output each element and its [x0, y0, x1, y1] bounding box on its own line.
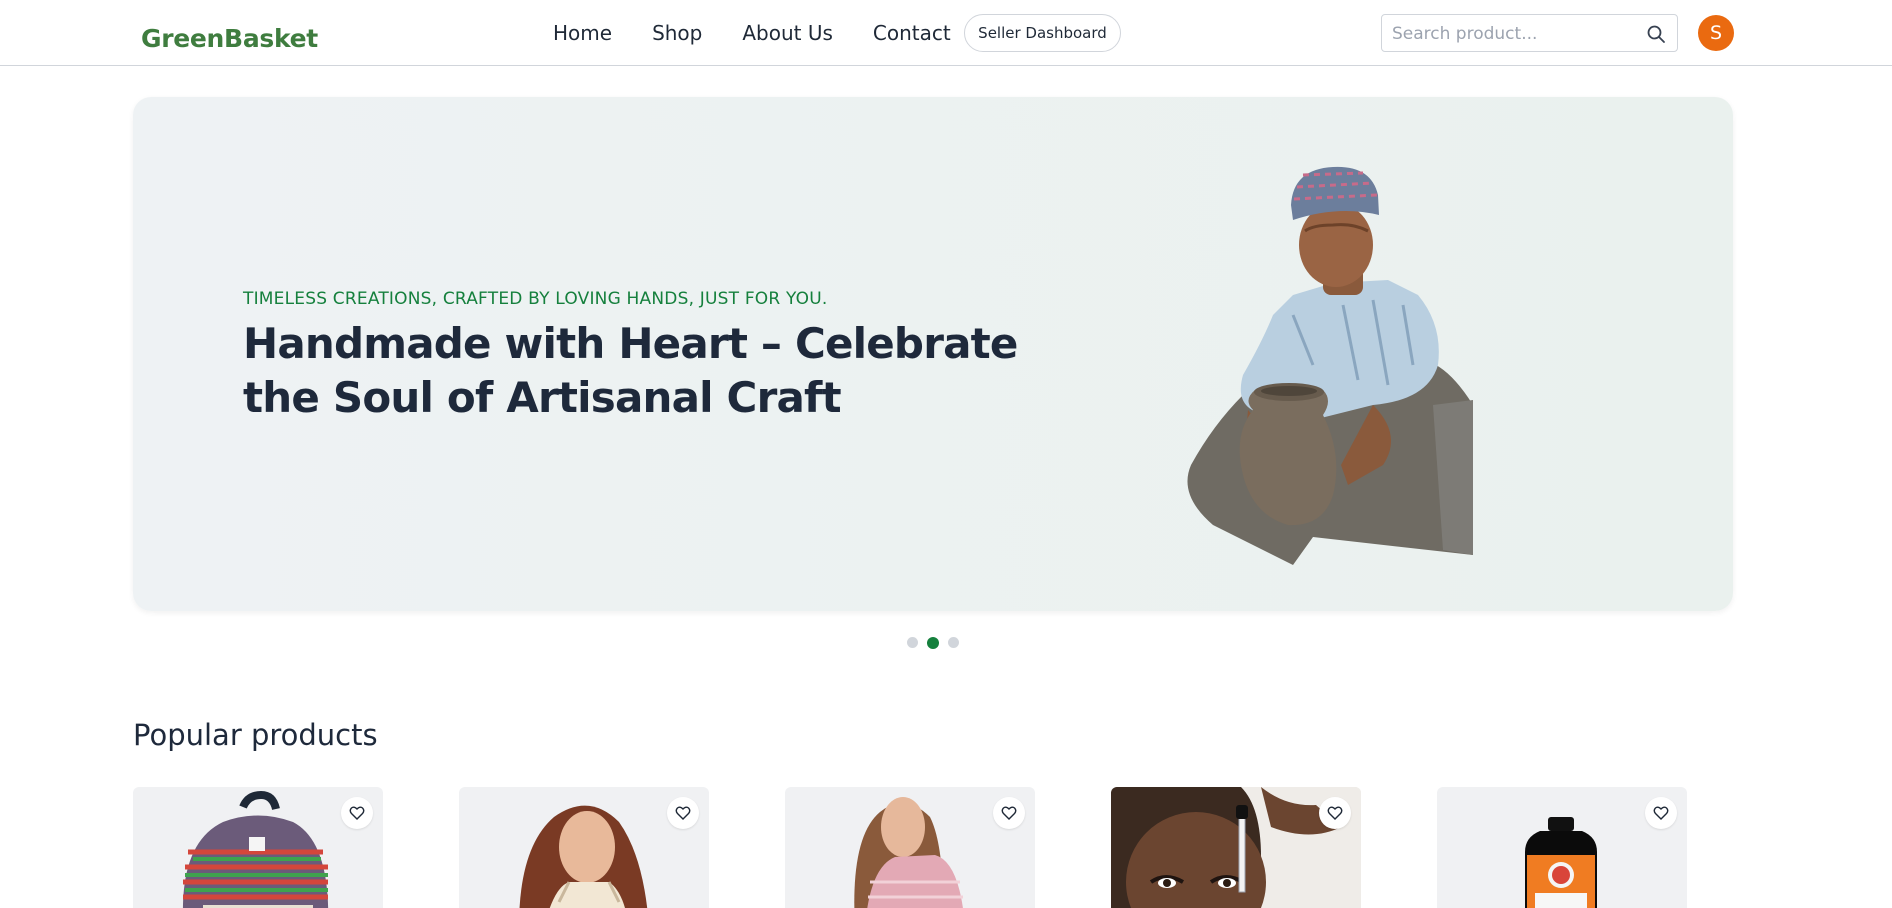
nav-shop[interactable]: Shop: [652, 20, 702, 46]
product-card[interactable]: [785, 787, 1035, 908]
product-card[interactable]: [133, 787, 383, 908]
search-icon[interactable]: [1646, 24, 1666, 44]
artisan-image: [1187, 166, 1473, 565]
seller-dashboard-button[interactable]: Seller Dashboard: [964, 14, 1121, 52]
search-box: [1381, 14, 1678, 52]
product-card[interactable]: [1437, 787, 1687, 908]
logo[interactable]: GreenBasket: [141, 24, 318, 53]
product-card[interactable]: [1111, 787, 1361, 908]
nav-home[interactable]: Home: [553, 20, 612, 46]
nav-contact[interactable]: Contact: [873, 20, 951, 46]
heart-icon[interactable]: [341, 797, 373, 829]
slider-dot-2[interactable]: [927, 636, 939, 649]
heart-icon[interactable]: [1645, 797, 1677, 829]
heart-icon[interactable]: [1319, 797, 1351, 829]
hero-slider-dots: [907, 636, 959, 649]
nav-about-us[interactable]: About Us: [742, 20, 833, 46]
slider-dot-1[interactable]: [907, 637, 918, 648]
search-input[interactable]: [1392, 22, 1632, 46]
slider-dot-3[interactable]: [948, 637, 959, 648]
product-card[interactable]: [459, 787, 709, 908]
heart-icon[interactable]: [993, 797, 1025, 829]
hero-eyebrow: TIMELESS CREATIONS, CRAFTED BY LOVING HA…: [243, 289, 828, 309]
hero-banner[interactable]: TIMELESS CREATIONS, CRAFTED BY LOVING HA…: [133, 97, 1733, 611]
site-header: GreenBasket Home Shop About Us Contact S…: [0, 0, 1892, 66]
main-nav: Home Shop About Us Contact: [553, 20, 951, 46]
heart-icon[interactable]: [667, 797, 699, 829]
section-title: Popular products: [133, 718, 378, 752]
hero-title: Handmade with Heart – Celebrate the Soul…: [243, 319, 1018, 422]
avatar[interactable]: S: [1698, 15, 1734, 51]
